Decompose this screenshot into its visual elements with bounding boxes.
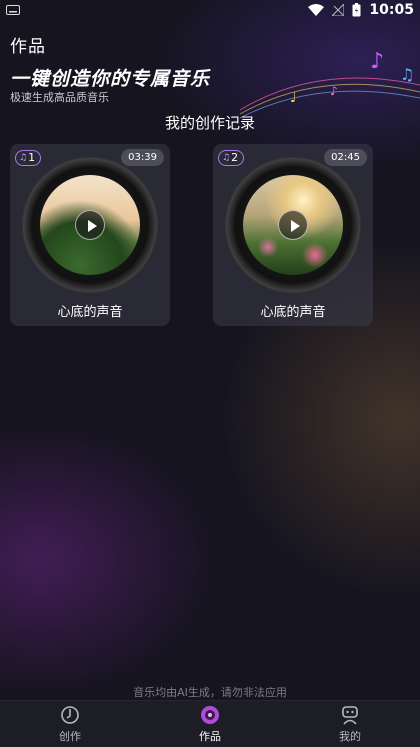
card-title: 心底的声音 bbox=[260, 305, 326, 320]
track-index: 2 bbox=[231, 151, 239, 164]
hero-subtitle: 极速生成高品质音乐 bbox=[10, 91, 109, 104]
section-title: 我的创作记录 bbox=[164, 114, 255, 132]
wifi-icon bbox=[308, 4, 325, 16]
svg-text:♪: ♪ bbox=[330, 84, 338, 98]
track-index-badge: ♫ 1 bbox=[15, 150, 41, 166]
nav-item-create[interactable]: 创作 bbox=[0, 701, 140, 747]
nav-item-works[interactable]: 作品 bbox=[140, 701, 280, 747]
nav-label: 创作 bbox=[59, 729, 81, 743]
cover-art bbox=[243, 175, 343, 275]
disclaimer-note: 音乐均由AI生成，请勿非法应用 bbox=[133, 686, 287, 699]
music-note-icon: ♫ bbox=[19, 153, 28, 163]
works-disc-icon bbox=[201, 705, 219, 724]
cover-art bbox=[40, 175, 140, 275]
bottom-nav: 创作 作品 我的 bbox=[0, 700, 420, 747]
profile-robot-icon bbox=[342, 705, 358, 725]
keyboard-icon bbox=[6, 5, 20, 15]
play-button[interactable] bbox=[278, 210, 308, 240]
svg-text:♪: ♪ bbox=[370, 49, 384, 74]
battery-icon bbox=[352, 3, 361, 17]
duration-badge: 02:45 bbox=[324, 149, 367, 166]
nav-label: 作品 bbox=[199, 729, 221, 743]
svg-text:♩: ♩ bbox=[290, 90, 297, 106]
creation-card[interactable]: ♫ 2 02:45 心底的声音 bbox=[213, 144, 373, 326]
play-button[interactable] bbox=[75, 210, 105, 240]
create-icon bbox=[61, 705, 79, 724]
svg-text:♫: ♫ bbox=[400, 65, 414, 84]
vinyl-disc bbox=[22, 157, 158, 293]
vinyl-disc bbox=[225, 157, 361, 293]
music-note-icon: ♫ bbox=[222, 153, 231, 163]
nav-label: 我的 bbox=[339, 729, 361, 743]
status-time: 10:05 bbox=[369, 2, 414, 18]
card-title: 心底的声音 bbox=[57, 305, 123, 320]
signal-off-icon bbox=[332, 4, 345, 16]
track-index: 1 bbox=[28, 151, 36, 164]
status-bar: 10:05 bbox=[0, 0, 420, 20]
duration-badge: 03:39 bbox=[121, 149, 164, 166]
music-notes-decoration: ♪ ♫ ♩ ♪ bbox=[239, 49, 420, 119]
hero-title: 一键创造你的专属音乐 bbox=[10, 68, 211, 90]
page-title: 作品 bbox=[10, 37, 46, 57]
creation-card[interactable]: ♫ 1 03:39 心底的声音 bbox=[10, 144, 170, 326]
nav-item-profile[interactable]: 我的 bbox=[280, 701, 420, 747]
track-index-badge: ♫ 2 bbox=[218, 150, 244, 166]
